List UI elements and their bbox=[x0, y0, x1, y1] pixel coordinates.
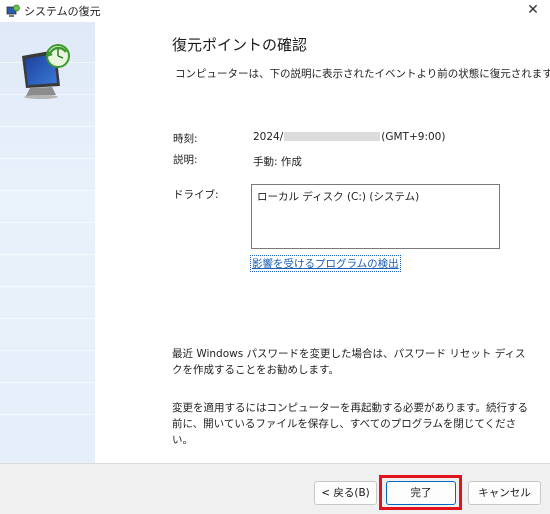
button-bar: < 戻る(B) 完了 キャンセル bbox=[0, 463, 550, 514]
close-icon[interactable]: ✕ bbox=[524, 1, 542, 19]
finish-button[interactable]: 完了 bbox=[386, 481, 456, 505]
time-value: 2024/ (GMT+9:00) bbox=[253, 131, 445, 143]
title-bar: システムの復元 ✕ bbox=[0, 0, 550, 22]
intro-text: コンピューターは、下の説明に表示されたイベントより前の状態に復元されます。 bbox=[175, 68, 550, 80]
time-suffix: (GMT+9:00) bbox=[381, 131, 446, 143]
description-value: 手動: 作成 bbox=[253, 156, 302, 168]
system-restore-icon bbox=[6, 4, 20, 17]
description-label: 説明: bbox=[173, 154, 198, 166]
restart-note: 変更を適用するにはコンピューターを再起動する必要があります。続行する前に、開いて… bbox=[172, 402, 528, 446]
page-title: 復元ポイントの確認 bbox=[172, 36, 308, 54]
time-prefix: 2024/ bbox=[253, 131, 284, 143]
drive-list[interactable]: ローカル ディスク (C:) (システム) bbox=[251, 184, 500, 249]
back-button[interactable]: < 戻る(B) bbox=[314, 481, 377, 505]
time-label: 時刻: bbox=[173, 133, 198, 145]
redacted-datetime bbox=[284, 132, 381, 141]
password-note: 最近 Windows パスワードを変更した場合は、パスワード リセット ディスク… bbox=[172, 348, 526, 376]
sidebar-panel bbox=[0, 22, 95, 463]
drive-label: ドライブ: bbox=[173, 189, 219, 201]
system-restore-computer-icon bbox=[22, 44, 70, 99]
cancel-button[interactable]: キャンセル bbox=[468, 481, 541, 505]
drive-item[interactable]: ローカル ディスク (C:) (システム) bbox=[257, 189, 419, 204]
window-title: システムの復元 bbox=[24, 5, 101, 18]
scan-affected-programs-link[interactable]: 影響を受けるプログラムの検出 bbox=[250, 255, 401, 272]
